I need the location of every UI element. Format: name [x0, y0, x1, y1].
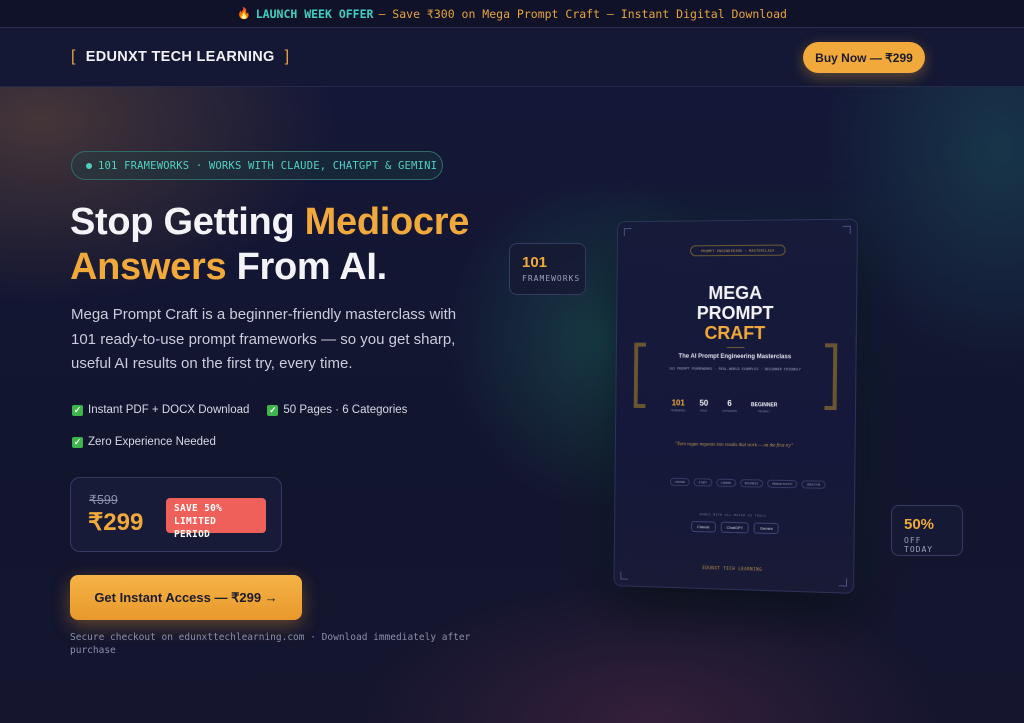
cover-chip: Gemini: [753, 522, 779, 535]
cover-subline: 101 PROMPT FRAMEWORKS · REAL-WORLD EXAMP…: [668, 366, 801, 372]
cover-stat-value: 50: [699, 398, 709, 408]
headline-accent-1: Mediocre: [304, 201, 470, 243]
cover-footer: EDUNXT TECH LEARNING: [702, 565, 763, 572]
cover-chip: Claude: [691, 520, 716, 533]
announcement-text: — Save ₹300 on Mega Prompt Craft — Insta…: [378, 6, 787, 21]
feature-list: ✓ Instant PDF + DOCX Download ✓ 50 Pages…: [72, 402, 442, 450]
cover-stat-label: PAGES: [699, 409, 708, 413]
corner-mark: [842, 225, 851, 234]
corner-mark: [620, 571, 629, 580]
secure-checkout-note: Secure checkout on edunxttechlearning.co…: [70, 632, 471, 656]
cover-stat-value: BEGINNER: [750, 402, 778, 409]
badge-text: 101 FRAMEWORKS · WORKS WITH CLAUDE, CHAT…: [98, 159, 438, 172]
status-dot-icon: [86, 162, 92, 169]
cover-stat-label: FRAMEWORKS: [670, 409, 686, 413]
check-icon: ✓: [72, 436, 83, 448]
brand-name: EDUNXT TECH LEARNING: [85, 49, 275, 65]
corner-mark: [838, 578, 848, 587]
cover-chip: ChatGPT: [720, 521, 750, 534]
discount-stat-card: 50% OFF TODAY: [891, 505, 963, 556]
frameworks-stat-card: 101 FRAMEWORKS: [509, 243, 586, 295]
cover-tag: STUDY: [693, 478, 712, 487]
feature-label: Zero Experience Needed: [88, 436, 216, 448]
cover-stat: 50 PAGES: [699, 399, 708, 413]
stat-label: FRAMEWORKS: [522, 274, 581, 283]
navbar: [ EDUNXT TECH LEARNING ] Buy Now — ₹299: [0, 28, 1024, 87]
discount-badge: SAVE 50% LIMITED PERIOD: [166, 498, 266, 540]
feature-label: 50 Pages · 6 Categories: [283, 404, 408, 416]
cover-tag: CAREER: [715, 478, 736, 488]
feature-item: ✓ Zero Experience Needed: [72, 434, 216, 450]
feature-item: ✓ 50 Pages · 6 Categories: [267, 402, 407, 418]
stat-label: OFF TODAY: [904, 536, 934, 554]
frameworks-badge: 101 FRAMEWORKS · WORKS WITH CLAUDE, CHAT…: [71, 151, 443, 180]
page-title: Stop Getting Mediocre Answers From AI.: [70, 200, 530, 290]
cover-stat-label: FRIENDLY: [758, 410, 771, 414]
cover-stat: 6 CATEGORIES: [722, 399, 737, 413]
cover-works-with: WORKS WITH ALL MAJOR AI TOOLS: [699, 512, 767, 518]
get-instant-access-button[interactable]: Get Instant Access — ₹299 →: [70, 575, 302, 620]
cover-pill: PROMPT ENGINEERING · MASTERCLASS: [690, 244, 786, 257]
buy-now-button[interactable]: Buy Now — ₹299: [803, 42, 925, 73]
announcement-highlight: LAUNCH WEEK OFFER: [255, 6, 374, 21]
cover-divider: [726, 346, 745, 349]
announcement-bar: 🔥 LAUNCH WEEK OFFER — Save ₹300 on Mega …: [0, 0, 1024, 28]
fire-icon: 🔥: [237, 7, 251, 20]
cover-title-line-3: CRAFT: [704, 322, 766, 344]
feature-label: Instant PDF + DOCX Download: [88, 404, 250, 416]
hero-section: 101 FRAMEWORKS · WORKS WITH CLAUDE, CHAT…: [0, 0, 1024, 723]
hero-description: Mega Prompt Craft is a beginner-friendly…: [71, 306, 457, 372]
cover-stat-value: 101: [671, 398, 685, 408]
brand-bracket-left: [: [71, 48, 76, 65]
cover-bracket-right: [824, 343, 838, 411]
cover-stat: BEGINNER FRIENDLY: [751, 399, 778, 413]
cover-tag: PRODUCTIVITY: [767, 479, 798, 489]
headline-part-2: From AI.: [226, 246, 388, 288]
headline-part-1: Stop Getting: [70, 201, 305, 243]
feature-item: ✓ Instant PDF + DOCX Download: [72, 402, 249, 418]
cover-tag: BUSINESS: [739, 479, 764, 488]
old-price: ₹599: [89, 493, 118, 507]
cover-stat: 101 FRAMEWORKS: [671, 398, 686, 412]
brand-bracket-right: ]: [284, 48, 290, 65]
discount-line-2: LIMITED PERIOD: [174, 516, 217, 540]
cover-title-line-2: PROMPT: [696, 302, 774, 324]
cover-chips: Claude ChatGPT Gemini: [691, 520, 779, 535]
cover-title: MEGA PROMPT CRAFT: [617, 283, 856, 344]
cover-stat-value: 6: [727, 398, 732, 408]
cover-bracket-left: [633, 342, 647, 409]
current-price: ₹299: [88, 509, 144, 536]
brand-logo[interactable]: [ EDUNXT TECH LEARNING ]: [71, 48, 289, 66]
headline-accent-2: Answers: [70, 246, 227, 288]
price-card: ₹599 ₹299 SAVE 50% LIMITED PERIOD: [70, 477, 282, 552]
cover-title-line-1: MEGA: [708, 282, 763, 304]
stat-value: 101: [522, 254, 548, 271]
product-cover-mockup: PROMPT ENGINEERING · MASTERCLASS MEGA PR…: [613, 218, 859, 594]
check-icon: ✓: [267, 404, 279, 416]
cover-tag: CODING: [669, 477, 690, 487]
cover-tags: CODING STUDY CAREER BUSINESS PRODUCTIVIT…: [669, 477, 826, 489]
stat-value: 50%: [904, 516, 935, 533]
check-icon: ✓: [72, 404, 83, 416]
discount-line-1: SAVE 50%: [174, 503, 223, 514]
cover-stat-label: CATEGORIES: [721, 409, 737, 414]
cover-tag: CREATIVE: [801, 480, 826, 489]
cover-stats: 101 FRAMEWORKS 50 PAGES 6 CATEGORIES BEG…: [671, 398, 778, 413]
cover-quote: "Turn vague requests into results that w…: [674, 442, 794, 449]
cover-subtitle: The AI Prompt Engineering Masterclass: [678, 353, 792, 361]
corner-mark: [623, 228, 632, 237]
